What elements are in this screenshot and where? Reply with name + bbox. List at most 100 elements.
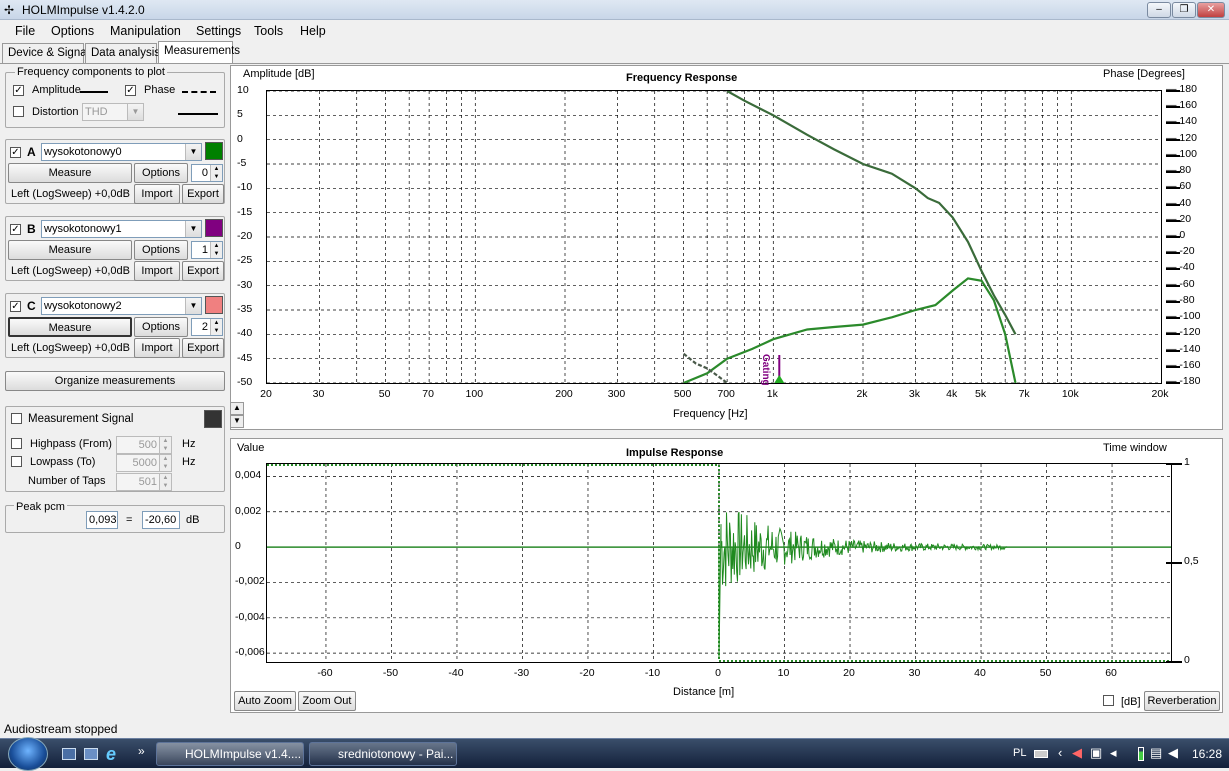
freq-ytick-right-label: — 140 — [1166, 115, 1197, 128]
measurement-b-checkbox[interactable]: ✓ — [10, 224, 21, 235]
status-bar: Audiostream stopped — [0, 722, 1229, 738]
spin-arrows-icon[interactable]: ▲ ▼ — [159, 455, 171, 471]
measurement-b-measure-button[interactable]: Measure — [8, 240, 132, 260]
arrow-icon[interactable]: ◂ — [1110, 745, 1117, 761]
measurement-a-select[interactable]: wysokotonowy0 ▼ — [41, 143, 202, 161]
measurement-c-import-button[interactable]: Import — [134, 338, 180, 358]
measurement-a-name: wysokotonowy0 — [44, 146, 122, 158]
freq-ytick-right-label: — 120 — [1166, 131, 1197, 144]
measurement-b-select[interactable]: wysokotonowy1 ▼ — [41, 220, 202, 238]
freq-ytick-right-label: — -60 — [1166, 277, 1195, 290]
signal-color-swatch[interactable] — [204, 410, 222, 428]
scroll-down-arrow[interactable]: ▼ — [230, 415, 244, 428]
spin-arrows-icon[interactable]: ▲ ▼ — [159, 474, 171, 490]
measurement-c-options-button[interactable]: Options — [134, 317, 188, 337]
highpass-checkbox[interactable] — [11, 438, 22, 449]
network-icon[interactable]: ▤ — [1150, 745, 1162, 761]
spin-arrows-icon[interactable]: ▲ ▼ — [210, 319, 222, 335]
imp-ytick-right-mark — [1166, 661, 1182, 663]
tab-measurements[interactable]: Measurements — [158, 41, 240, 64]
measurement-a-checkbox[interactable]: ✓ — [10, 147, 21, 158]
organize-measurements-button[interactable]: Organize measurements — [5, 371, 225, 391]
measurement-a-export-button[interactable]: Export — [182, 184, 224, 204]
imp-xtick-label: -50 — [382, 667, 399, 679]
measurement-c-measure-button[interactable]: Measure — [8, 317, 132, 337]
battery-icon[interactable] — [1138, 747, 1144, 761]
scroll-up-arrow[interactable]: ▲ — [230, 402, 244, 415]
impulse-plot[interactable] — [266, 463, 1172, 663]
tab-data-analysis[interactable]: Data analysis — [85, 43, 160, 63]
db-label: [dB] — [1121, 696, 1141, 708]
speaker-icon[interactable]: ◀ — [1072, 745, 1082, 761]
measurement-c-select[interactable]: wysokotonowy2 ▼ — [41, 297, 202, 315]
measurement-c-color-swatch[interactable] — [205, 296, 223, 314]
minimize-button[interactable]: – — [1147, 2, 1171, 18]
measurement-b-letter: B — [27, 222, 36, 236]
menu-file[interactable]: File — [15, 24, 35, 38]
clock[interactable]: 16:28 — [1192, 747, 1222, 761]
distortion-checkbox[interactable] — [13, 106, 24, 117]
freq-ytick-right-label: — 100 — [1166, 147, 1197, 160]
measurement-a-measure-button[interactable]: Measure — [8, 163, 132, 183]
freq-ylabel-left: Amplitude [dB] — [243, 68, 315, 80]
spin-arrows-icon[interactable]: ▲ ▼ — [210, 165, 222, 181]
measurement-a-spin[interactable]: 0 ▲ ▼ — [191, 164, 223, 182]
measurement-signal-checkbox[interactable] — [11, 413, 22, 424]
close-button[interactable]: ✕ — [1197, 2, 1225, 18]
switch-windows-icon[interactable] — [84, 748, 98, 760]
phase-line-legend — [182, 91, 216, 93]
ie-icon[interactable]: e — [106, 744, 116, 765]
keyboard-icon[interactable] — [1034, 750, 1048, 758]
taskbar-holmimpulse[interactable]: HOLMImpulse v1.4.... — [156, 742, 304, 766]
taskbar-paint[interactable]: sredniotonowy - Pai... — [309, 742, 457, 766]
db-checkbox[interactable] — [1103, 695, 1114, 706]
lowpass-input[interactable]: 5000 ▲ ▼ — [116, 454, 172, 472]
device-icon[interactable]: ▣ — [1090, 745, 1102, 761]
measurement-c-checkbox[interactable]: ✓ — [10, 301, 21, 312]
measurement-a-info: Left (LogSweep) +0,0dB — [11, 188, 130, 200]
measurement-a-import-button[interactable]: Import — [134, 184, 180, 204]
measurement-a-options-button[interactable]: Options — [134, 163, 188, 183]
maximize-button[interactable]: ❐ — [1172, 2, 1196, 18]
tray-chevron-icon[interactable]: ‹ — [1058, 745, 1062, 760]
distortion-select[interactable]: THD ▼ — [82, 103, 144, 121]
spin-arrows-icon[interactable]: ▲ ▼ — [210, 242, 222, 258]
volume-icon[interactable]: ◀ — [1168, 745, 1178, 761]
measurement-c-spin[interactable]: 2 ▲ ▼ — [191, 318, 223, 336]
freq-xtick-label: 2k — [856, 388, 868, 400]
show-desktop-icon[interactable] — [62, 748, 76, 760]
reverberation-button[interactable]: Reverberation — [1144, 691, 1220, 711]
start-button-icon[interactable] — [8, 737, 48, 771]
gating-marker[interactable]: Gating — [760, 354, 771, 386]
imp-xtick-label: 30 — [908, 667, 921, 679]
menu-tools[interactable]: Tools — [254, 24, 283, 38]
imp-xtick-label: 40 — [974, 667, 986, 679]
freq-ytick-left-label: -10 — [237, 181, 253, 194]
peak-db-value: -20,60 — [142, 511, 180, 529]
menu-options[interactable]: Options — [51, 24, 94, 38]
measurement-b-options-button[interactable]: Options — [134, 240, 188, 260]
measurement-b-import-button[interactable]: Import — [134, 261, 180, 281]
phase-checkbox[interactable]: ✓ — [125, 85, 136, 96]
amplitude-checkbox[interactable]: ✓ — [13, 85, 24, 96]
taps-input[interactable]: 501 ▲ ▼ — [116, 473, 172, 491]
tab-device-signal[interactable]: Device & Signal — [2, 43, 89, 63]
menu-settings[interactable]: Settings — [196, 24, 241, 38]
measurement-a-color-swatch[interactable] — [205, 142, 223, 160]
imp-ytick-right-mark — [1166, 562, 1182, 564]
spin-arrows-icon[interactable]: ▲ ▼ — [159, 437, 171, 453]
overflow-chevron-icon[interactable]: » — [138, 744, 145, 758]
zoom-out-button[interactable]: Zoom Out — [298, 691, 356, 711]
menu-help[interactable]: Help — [300, 24, 326, 38]
menu-manipulation[interactable]: Manipulation — [110, 24, 181, 38]
freq-ytick-left-label: -50 — [237, 376, 253, 388]
measurement-b-color-swatch[interactable] — [205, 219, 223, 237]
measurement-b-export-button[interactable]: Export — [182, 261, 224, 281]
auto-zoom-button[interactable]: Auto Zoom — [234, 691, 296, 711]
lowpass-checkbox[interactable] — [11, 456, 22, 467]
measurement-b-spin[interactable]: 1 ▲ ▼ — [191, 241, 223, 259]
language-indicator[interactable]: PL — [1013, 747, 1026, 759]
highpass-input[interactable]: 500 ▲ ▼ — [116, 436, 172, 454]
measurement-c-export-button[interactable]: Export — [182, 338, 224, 358]
frequency-plot[interactable] — [266, 90, 1162, 384]
